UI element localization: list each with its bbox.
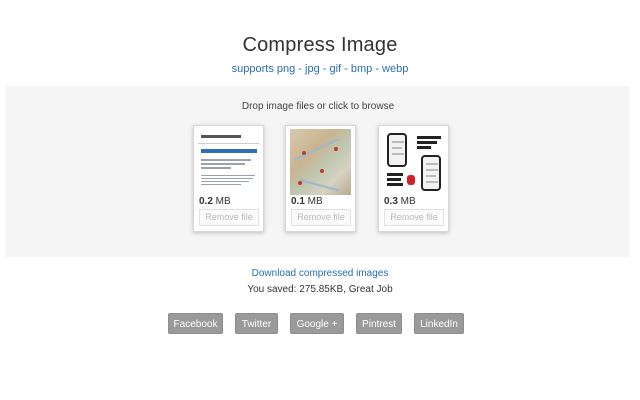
file-thumbnail	[290, 129, 351, 195]
savings-summary: You saved: 275.85KB, Great Job	[247, 284, 393, 295]
file-size: 0.1 MB	[291, 196, 323, 207]
file-size: 0.3 MB	[384, 196, 416, 207]
share-facebook-button[interactable]: Facebook	[168, 313, 223, 334]
file-size: 0.2 MB	[199, 196, 231, 207]
file-thumbnail	[383, 129, 444, 195]
share-linkedin-button[interactable]: LinkedIn	[414, 313, 464, 334]
file-dropzone[interactable]: Drop image files or click to browse 0.2 …	[6, 86, 630, 257]
file-preview: 0.1 MB Remove file	[285, 125, 356, 232]
supported-formats: supports png - jpg - gif - bmp - webp	[231, 63, 409, 75]
share-twitter-button[interactable]: Twitter	[235, 313, 278, 334]
file-preview: 0.3 MB Remove file	[378, 125, 449, 232]
download-compressed-link[interactable]: Download compressed images	[0, 268, 640, 279]
dropzone-hint: Drop image files or click to browse	[241, 101, 395, 112]
file-thumbnail	[198, 129, 259, 195]
remove-file-button[interactable]: Remove file	[384, 209, 444, 226]
remove-file-button[interactable]: Remove file	[199, 209, 259, 226]
share-google-button[interactable]: Google +	[290, 313, 344, 334]
remove-file-button[interactable]: Remove file	[291, 209, 351, 226]
file-preview: 0.2 MB Remove file	[193, 125, 264, 232]
share-pintrest-button[interactable]: Pintrest	[356, 313, 402, 334]
page-title: Compress Image	[242, 34, 398, 56]
